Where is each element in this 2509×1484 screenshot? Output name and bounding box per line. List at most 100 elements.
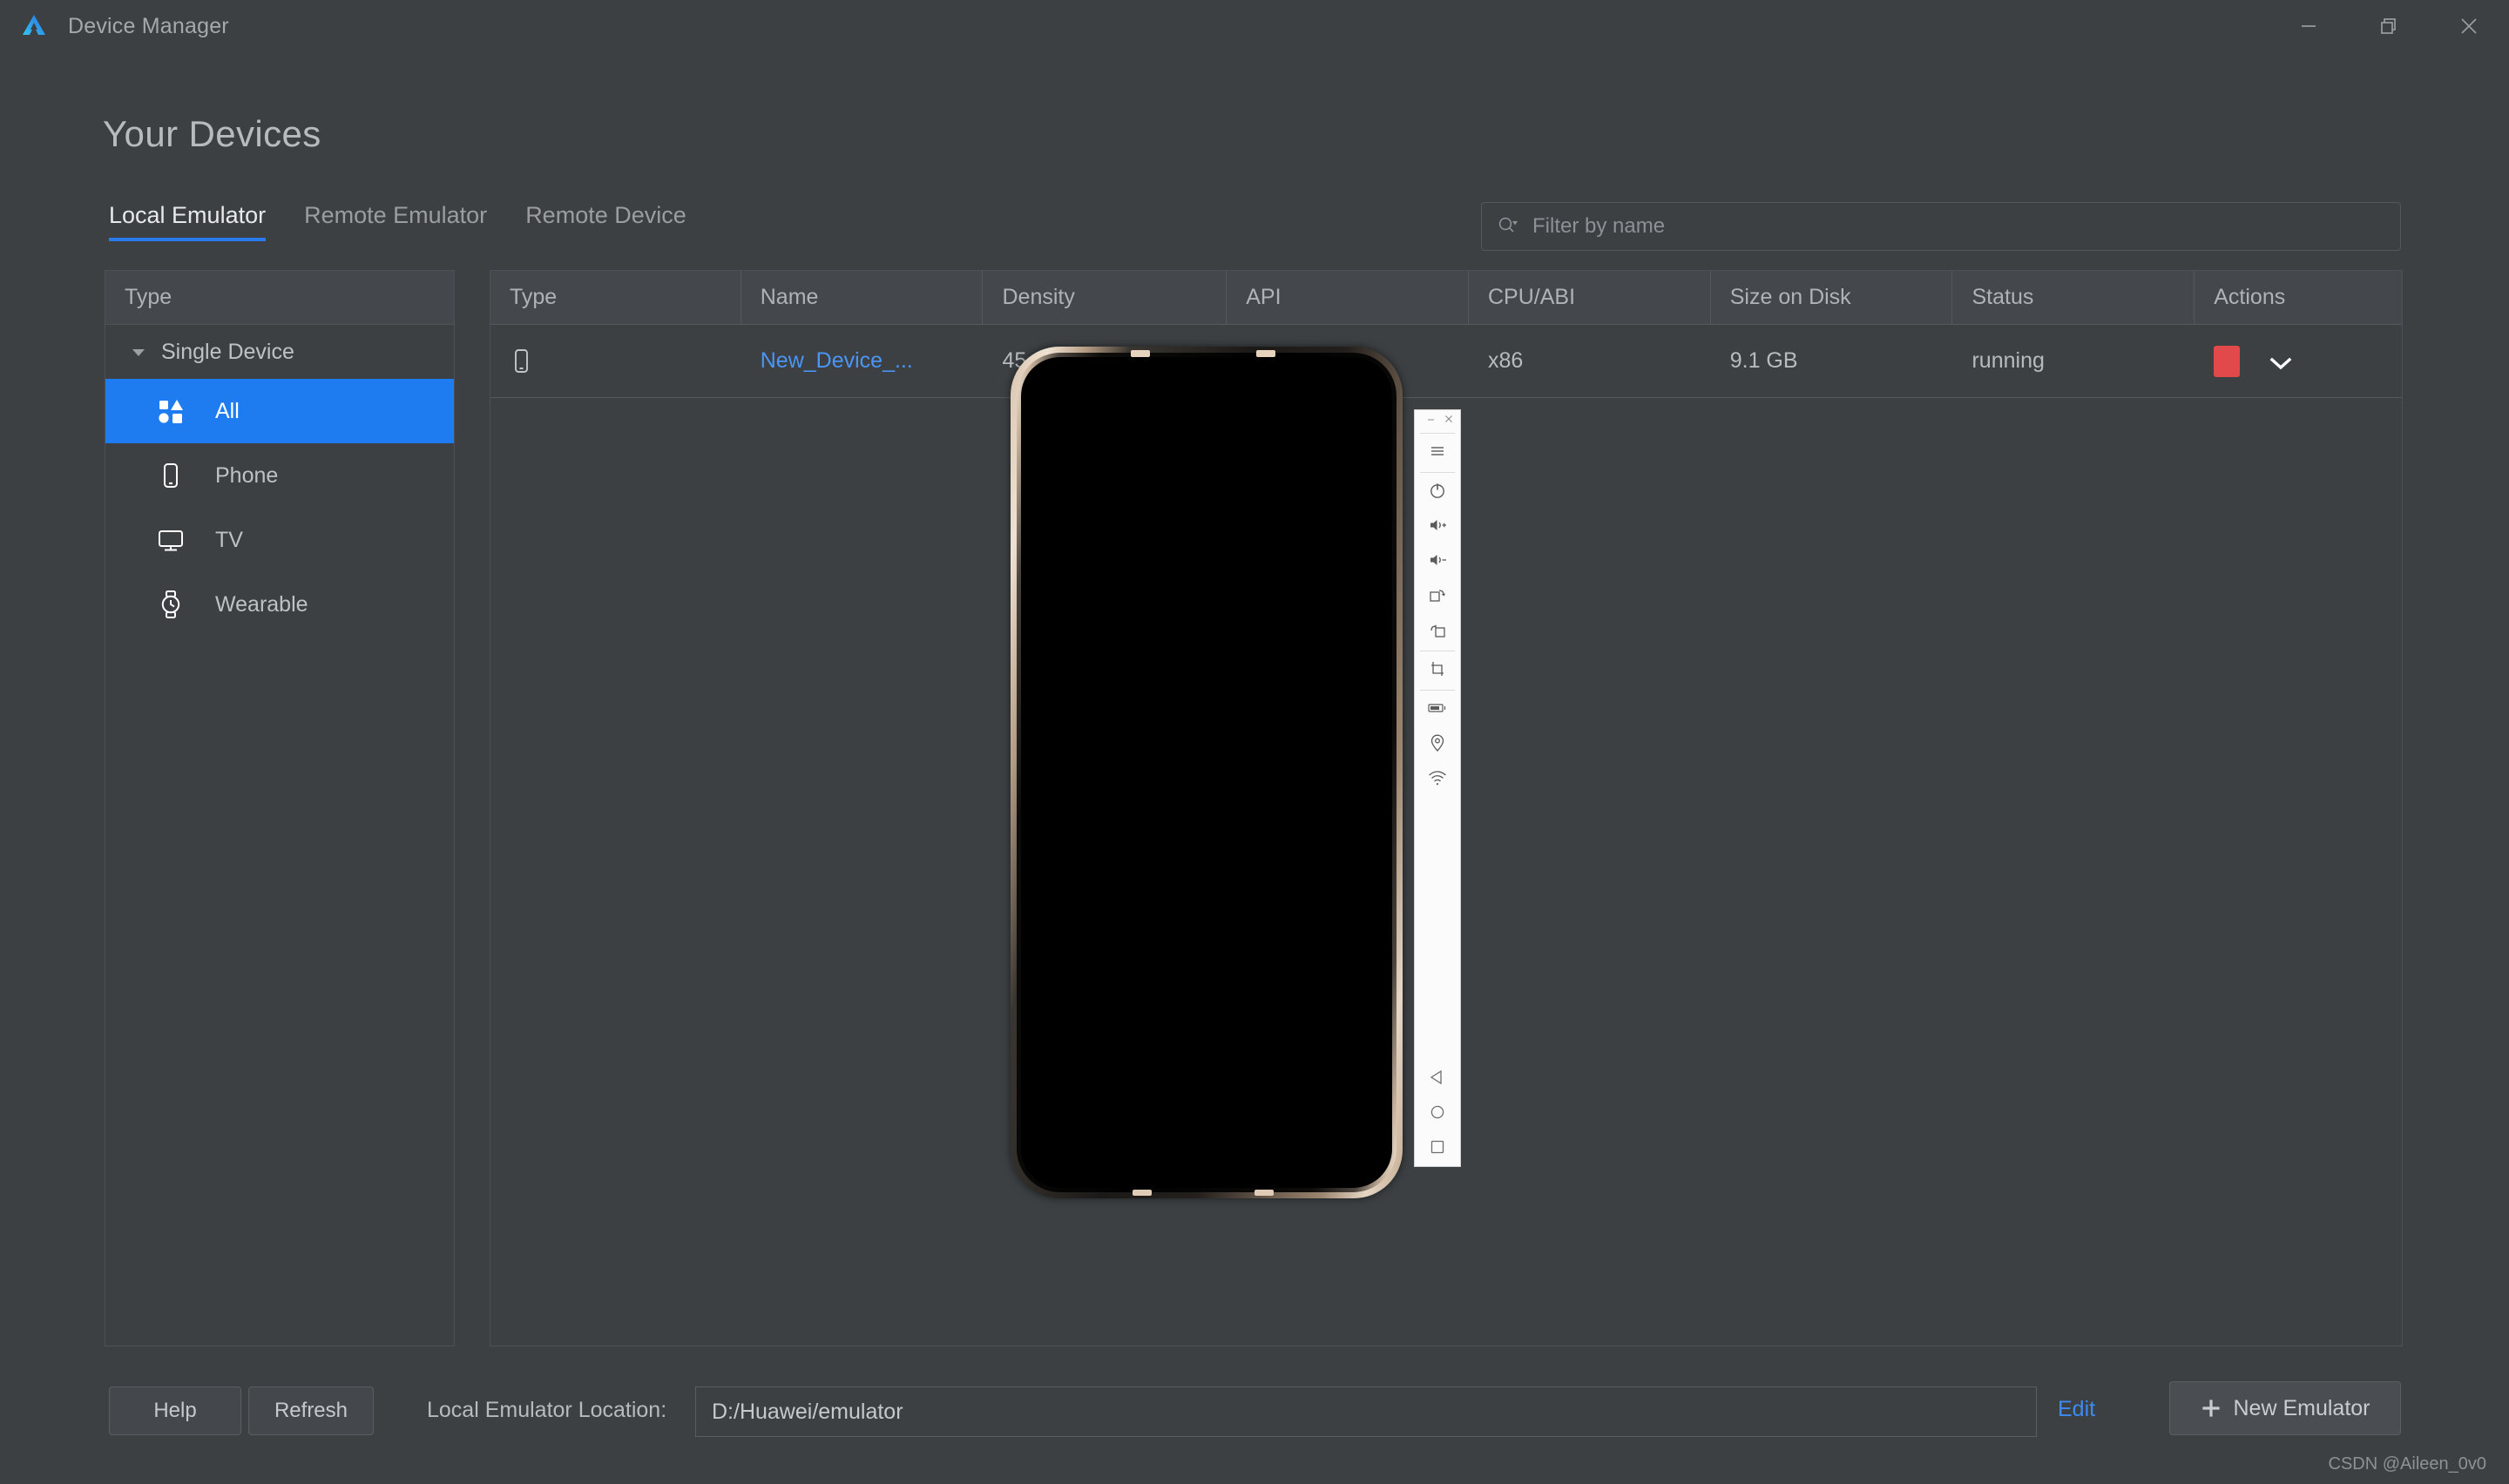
phone-frame xyxy=(1011,347,1403,1198)
column-header-cpu-abi[interactable]: CPU/ABI xyxy=(1469,271,1711,324)
sidebar-item-label: All xyxy=(215,398,240,423)
local-emulator-location-field[interactable] xyxy=(695,1386,2037,1437)
tv-icon xyxy=(156,525,186,555)
emulator-screen[interactable] xyxy=(1021,357,1392,1188)
emulator-window-controls xyxy=(1415,410,1460,431)
restore-button[interactable] xyxy=(2349,0,2429,52)
refresh-button[interactable]: Refresh xyxy=(248,1386,374,1435)
volume-up-button[interactable] xyxy=(1414,509,1461,544)
cell-status: running xyxy=(1971,348,2045,373)
tab-bar: Local Emulator Remote Emulator Remote De… xyxy=(105,202,706,241)
sidebar-item-phone[interactable]: Phone xyxy=(105,443,454,508)
column-header-density[interactable]: Density xyxy=(983,271,1227,324)
sidebar-item-tv[interactable]: TV xyxy=(105,508,454,572)
phone-icon xyxy=(510,347,532,376)
column-header-api[interactable]: API xyxy=(1227,271,1469,324)
cell-size-on-disk: 9.1 GB xyxy=(1729,348,1798,373)
rotate-right-icon xyxy=(1428,585,1447,609)
watch-icon xyxy=(156,590,186,619)
help-button[interactable]: Help xyxy=(109,1386,241,1435)
title-bar: Device Manager xyxy=(0,0,2509,52)
rotate-left-button[interactable] xyxy=(1414,614,1461,649)
stop-square-icon[interactable] xyxy=(2214,345,2241,377)
battery-button[interactable] xyxy=(1414,692,1461,727)
tab-remote-emulator[interactable]: Remote Emulator xyxy=(285,202,506,241)
edit-location-link[interactable]: Edit xyxy=(2058,1397,2095,1422)
home-circle-icon xyxy=(1428,1103,1447,1126)
volume-down-icon xyxy=(1427,550,1448,574)
tab-local-emulator[interactable]: Local Emulator xyxy=(105,202,285,241)
column-header-actions[interactable]: Actions xyxy=(2195,271,2402,324)
hamburger-menu-button[interactable] xyxy=(1414,435,1461,470)
tab-remote-device[interactable]: Remote Device xyxy=(506,202,706,241)
crop-screenshot-icon xyxy=(1428,659,1447,683)
close-icon xyxy=(2458,16,2479,37)
window-title: Device Manager xyxy=(68,13,229,38)
divider xyxy=(1420,433,1455,434)
cell-cpu-abi: x86 xyxy=(1487,348,1524,373)
chevron-down-icon[interactable] xyxy=(2268,353,2294,370)
phone-bezel xyxy=(1017,353,1397,1192)
phone-speaker-right xyxy=(1256,350,1275,357)
minimize-button[interactable] xyxy=(2269,0,2349,52)
sidebar-item-label: Wearable xyxy=(215,591,308,617)
column-header-status[interactable]: Status xyxy=(1952,271,2195,324)
window-controls xyxy=(2269,0,2509,52)
recents-square-icon xyxy=(1428,1137,1447,1161)
power-button[interactable] xyxy=(1414,475,1461,509)
volume-up-icon xyxy=(1427,516,1448,539)
restore-icon xyxy=(2379,17,2398,36)
phone-antenna-left xyxy=(1133,1190,1152,1196)
local-emulator-location-input[interactable] xyxy=(712,1399,2020,1425)
shapes-grid-icon xyxy=(156,396,186,426)
search-icon xyxy=(1496,215,1518,238)
location-pin-icon xyxy=(1429,733,1446,757)
close-button[interactable] xyxy=(2429,0,2509,52)
battery-icon xyxy=(1427,701,1448,719)
rotate-left-icon xyxy=(1428,620,1447,644)
minimize-icon xyxy=(2299,17,2318,36)
phone-speaker-left xyxy=(1131,350,1150,357)
nav-recents-button[interactable] xyxy=(1414,1131,1461,1166)
cell-name-link[interactable]: New_Device_... xyxy=(741,325,984,398)
emulator-toolbar xyxy=(1414,409,1461,1167)
sidebar-item-wearable[interactable]: Wearable xyxy=(105,572,454,637)
tree-group-label: Single Device xyxy=(161,339,294,364)
network-button[interactable] xyxy=(1414,762,1461,797)
sidebar-item-all[interactable]: All xyxy=(105,379,454,443)
nav-home-button[interactable] xyxy=(1414,1096,1461,1131)
sidebar-item-label: Phone xyxy=(215,462,279,488)
hamburger-menu-icon xyxy=(1428,442,1447,465)
sidebar-header: Type xyxy=(105,271,454,325)
tree-group-single-device[interactable]: Single Device xyxy=(105,325,454,379)
plus-icon xyxy=(2201,1398,2222,1419)
phone-icon xyxy=(156,461,186,490)
chevron-down-icon[interactable] xyxy=(128,341,149,362)
type-sidebar: Type Single Device All Phone TV Wearable xyxy=(105,270,455,1346)
page-title: Your Devices xyxy=(103,113,321,154)
table-row[interactable]: New_Device_... 45 x86 9.1 GB running xyxy=(490,325,2402,398)
screenshot-button[interactable] xyxy=(1414,653,1461,688)
cell-type xyxy=(490,325,741,398)
divider xyxy=(1420,472,1455,473)
search-input[interactable] xyxy=(1532,214,2386,239)
divider xyxy=(1420,690,1455,691)
watermark: CSDN @Aileen_0v0 xyxy=(2328,1454,2487,1474)
minimize-icon[interactable] xyxy=(1426,413,1437,428)
close-icon[interactable] xyxy=(1444,413,1454,428)
new-emulator-label: New Emulator xyxy=(2233,1395,2370,1420)
back-triangle-icon xyxy=(1428,1068,1447,1091)
column-header-size[interactable]: Size on Disk xyxy=(1711,271,1953,324)
column-header-name[interactable]: Name xyxy=(741,271,984,324)
power-icon xyxy=(1428,481,1447,504)
phone-antenna-right xyxy=(1254,1190,1274,1196)
new-emulator-button[interactable]: New Emulator xyxy=(2169,1381,2401,1435)
volume-down-button[interactable] xyxy=(1414,544,1461,579)
wifi-icon xyxy=(1427,769,1448,791)
column-header-type[interactable]: Type xyxy=(490,271,741,324)
location-button[interactable] xyxy=(1414,727,1461,762)
rotate-right-button[interactable] xyxy=(1414,579,1461,614)
cell-actions xyxy=(2195,325,2402,398)
filter-search-box[interactable] xyxy=(1481,202,2401,251)
nav-back-button[interactable] xyxy=(1414,1062,1461,1096)
